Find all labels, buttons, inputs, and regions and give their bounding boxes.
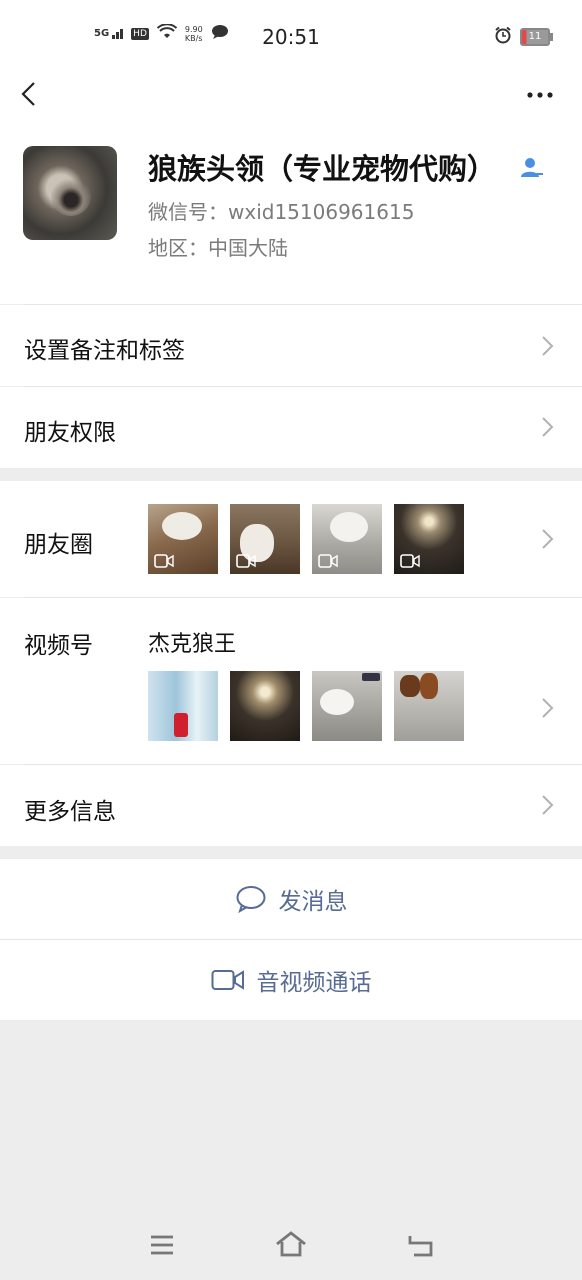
alarm-icon: [494, 26, 512, 48]
back-nav-icon[interactable]: [404, 1231, 436, 1259]
channels-thumbnail: [394, 671, 464, 741]
friend-permissions-row[interactable]: 朋友权限: [0, 387, 582, 468]
battery-icon: 11: [520, 28, 553, 46]
moments-thumbnails: [148, 504, 464, 574]
system-navigation-bar: [0, 1200, 582, 1280]
back-button[interactable]: [18, 78, 58, 118]
nav-bar: [0, 72, 582, 128]
friend-permissions-label: 朋友权限: [24, 420, 116, 446]
contact-name: 狼族头领（专业宠物代购）: [148, 152, 497, 186]
chevron-right-icon: [542, 698, 554, 718]
divider: [0, 939, 582, 940]
wechat-id: 微信号：wxid15106961615: [148, 200, 415, 224]
chevron-right-icon: [542, 529, 554, 549]
moments-thumbnail: [230, 504, 300, 574]
av-call-button[interactable]: 音视频通话: [0, 940, 582, 1020]
av-call-label: 音视频通话: [256, 970, 372, 996]
contact-person-icon: [520, 156, 544, 184]
remark-tags-row[interactable]: 设置备注和标签: [0, 305, 582, 386]
send-message-label: 发消息: [278, 889, 348, 915]
divider: [24, 304, 582, 305]
moments-thumbnail: [312, 504, 382, 574]
chevron-right-icon: [542, 417, 554, 437]
video-icon: [400, 554, 420, 568]
chevron-right-icon: [542, 795, 554, 815]
send-message-button[interactable]: 发消息: [0, 859, 582, 939]
channels-row[interactable]: 视频号 杰克狼王: [0, 598, 582, 764]
video-icon: [318, 554, 338, 568]
status-right: 11: [494, 26, 553, 48]
video-icon: [154, 554, 174, 568]
more-dots-icon: [527, 92, 553, 98]
more-info-row[interactable]: 更多信息: [0, 765, 582, 846]
avatar[interactable]: [23, 146, 117, 240]
more-info-label: 更多信息: [24, 799, 116, 825]
channels-label: 视频号: [24, 633, 93, 659]
moments-thumbnail: [394, 504, 464, 574]
back-arrow-icon: [21, 82, 35, 106]
divider: [24, 764, 582, 765]
channels-thumbnail: [312, 671, 382, 741]
video-call-icon: [211, 970, 244, 990]
more-options-button[interactable]: [520, 78, 560, 118]
channels-thumbnail: [148, 671, 218, 741]
moments-label: 朋友圈: [24, 532, 93, 558]
chat-bubble-icon: [236, 886, 265, 913]
status-bar: 5G HD 9.90 KB/s 20:51 11: [0, 0, 582, 72]
channels-account-name: 杰克狼王: [148, 632, 237, 657]
chevron-right-icon: [542, 336, 554, 356]
profile-header: 狼族头领（专业宠物代购） 微信号：wxid15106961615 地区：中国大陆: [0, 128, 582, 304]
home-icon[interactable]: [274, 1230, 308, 1258]
remark-tags-label: 设置备注和标签: [24, 338, 185, 364]
divider: [24, 386, 582, 387]
menu-icon[interactable]: [148, 1233, 176, 1257]
channels-thumbnails: [148, 671, 464, 741]
divider: [24, 597, 582, 598]
moments-row[interactable]: 朋友圈: [0, 481, 582, 597]
moments-thumbnail: [148, 504, 218, 574]
video-icon: [236, 554, 256, 568]
region: 地区：中国大陆: [148, 236, 288, 260]
channels-thumbnail: [230, 671, 300, 741]
